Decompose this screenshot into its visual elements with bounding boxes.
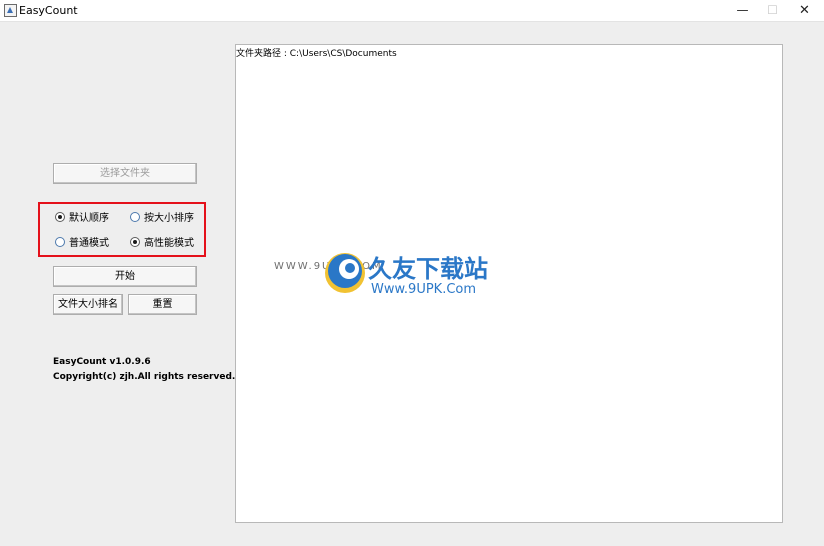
radio-label: 按大小排序 (144, 213, 194, 224)
app-icon (4, 4, 17, 17)
radio-unchecked-icon (130, 211, 140, 222)
radio-unchecked-icon (55, 236, 65, 247)
start-button[interactable]: 开始 (53, 266, 197, 287)
radio-label: 普通模式 (69, 238, 109, 249)
radio-label: 默认顺序 (69, 213, 109, 224)
output-text-area[interactable]: 文件夹路径 : C:\Users\CS\Documents (235, 44, 783, 523)
radio-normal-mode[interactable]: 普通模式 (55, 234, 109, 249)
watermark-chinese-text: 久友下载站 (368, 255, 488, 283)
radio-checked-icon (55, 211, 65, 222)
version-text: EasyCount v1.0.9.6 (53, 357, 151, 367)
maximize-button[interactable]: ☐ (756, 0, 789, 21)
radio-label: 高性能模式 (144, 238, 194, 249)
choose-folder-button[interactable]: 选择文件夹 (53, 163, 197, 184)
size-rank-button[interactable]: 文件大小排名 (53, 294, 123, 315)
reset-button[interactable]: 重置 (128, 294, 197, 315)
watermark-logo-icon (325, 253, 365, 293)
radio-default-order[interactable]: 默认顺序 (55, 209, 109, 224)
copyright-text: Copyright(c) zjh.All rights reserved. (53, 372, 236, 382)
radio-checked-icon (130, 236, 140, 247)
minimize-button[interactable]: — (726, 0, 759, 21)
watermark-url-text: Www.9UPK.Com (371, 282, 477, 297)
radio-high-performance-mode[interactable]: 高性能模式 (130, 234, 194, 249)
close-button[interactable]: ✕ (788, 0, 821, 21)
window-title: EasyCount (19, 4, 78, 17)
folder-path-line: 文件夹路径 : C:\Users\CS\Documents (236, 49, 397, 59)
radio-sort-by-size[interactable]: 按大小排序 (130, 209, 194, 224)
title-bar: EasyCount — ☐ ✕ (0, 0, 824, 22)
